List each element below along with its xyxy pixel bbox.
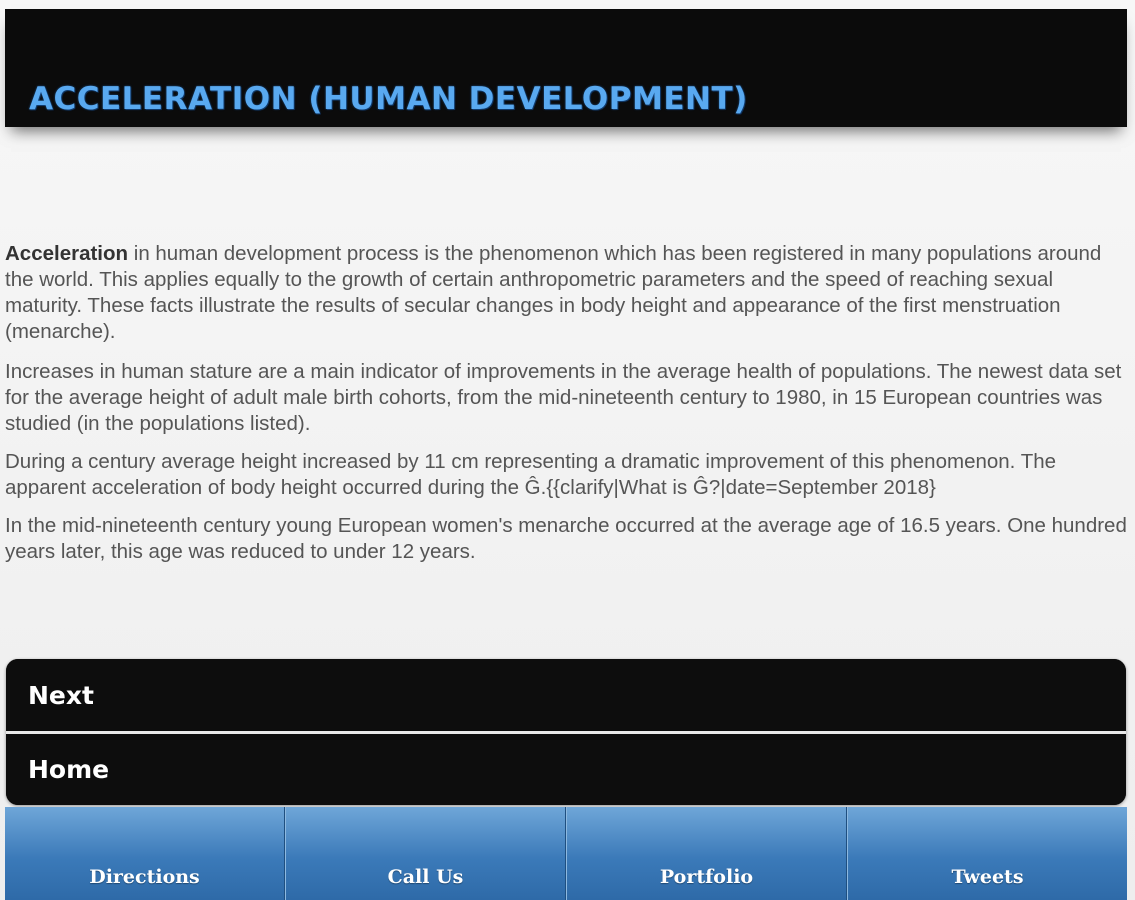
call-us-button[interactable]: Call Us: [285, 807, 566, 900]
tweets-button[interactable]: Tweets: [847, 807, 1127, 900]
portfolio-button[interactable]: Portfolio: [566, 807, 847, 900]
article-paragraph-3: During a century average height increase…: [5, 450, 1057, 499]
nav-list: Next Home: [6, 659, 1126, 805]
tweets-label: Tweets: [951, 866, 1024, 888]
home-button-label: Home: [28, 755, 110, 784]
directions-button[interactable]: Directions: [5, 807, 285, 900]
app-page: ACCELERATION (HUMAN DEVELOPMENT) Acceler…: [0, 0, 1135, 900]
page-title: ACCELERATION (HUMAN DEVELOPMENT): [29, 81, 748, 117]
call-us-label: Call Us: [387, 866, 464, 888]
home-button[interactable]: Home: [6, 731, 1126, 805]
article-content: Acceleration in human development proces…: [5, 241, 1127, 577]
article-paragraph-1-text: in human development process is the phen…: [5, 242, 1102, 343]
footer-toolbar: Directions Call Us Portfolio Tweets: [5, 807, 1127, 900]
directions-label: Directions: [89, 866, 200, 888]
page-header: ACCELERATION (HUMAN DEVELOPMENT): [5, 9, 1127, 127]
article-paragraph-2: Increases in human stature are a main in…: [5, 360, 1122, 435]
article-paragraph-1: Acceleration in human development proces…: [5, 241, 1127, 345]
next-button-label: Next: [28, 680, 94, 710]
article-paragraph-4: In the mid-nineteenth century young Euro…: [5, 514, 1127, 563]
next-button[interactable]: Next: [6, 659, 1126, 731]
portfolio-label: Portfolio: [659, 866, 754, 888]
article-term: Acceleration: [5, 242, 129, 265]
